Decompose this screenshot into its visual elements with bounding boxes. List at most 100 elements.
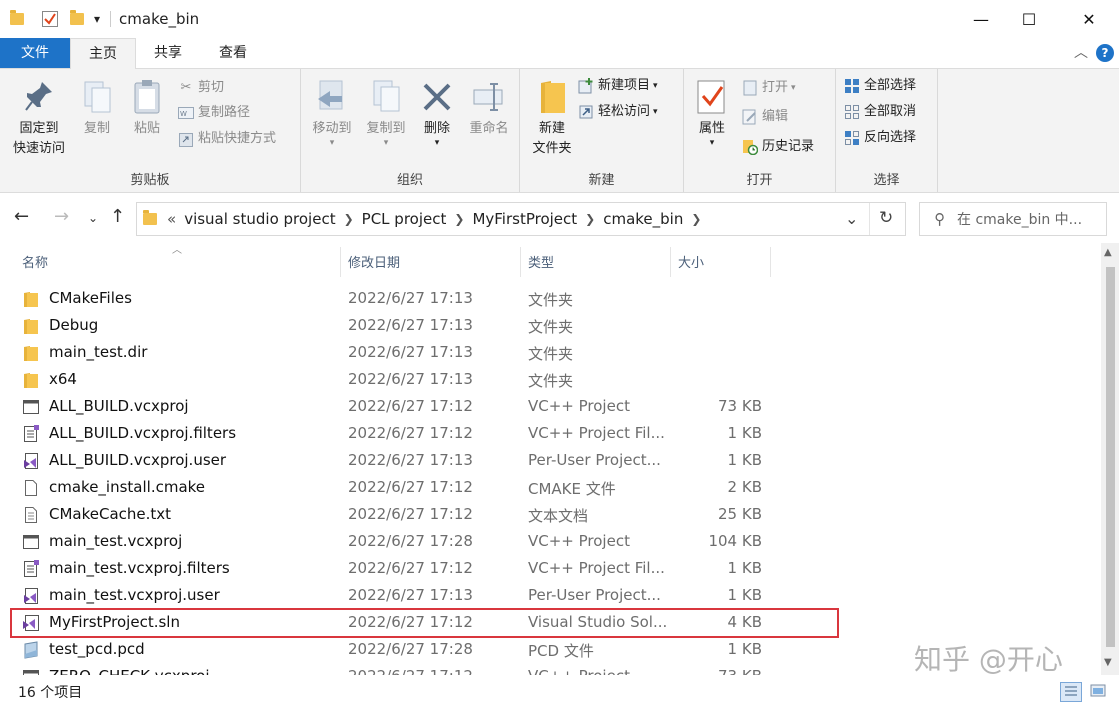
copy-to-button[interactable]: 复制到 ▾ [357,77,415,148]
item-count: 16 个项目 [18,685,83,701]
rename-icon [471,77,507,117]
folder-icon [22,344,40,362]
edit-button[interactable]: 编辑 [742,106,788,128]
delete-button[interactable]: 删除 ▾ [415,77,459,148]
easy-access-button[interactable]: 轻松访问 ▾ [578,101,658,123]
column-header-type[interactable]: 类型 [528,252,554,271]
open-button[interactable]: 打开 ▾ [742,77,796,99]
forward-arrow-icon[interactable]: → [54,206,69,227]
help-icon[interactable]: ? [1096,44,1114,62]
new-item-button[interactable]: 新建项目 ▾ [578,75,658,97]
paste-shortcut-button[interactable]: 粘贴快捷方式 [178,128,276,150]
table-row[interactable]: main_test.vcxproj.user 2022/6/27 17:13 Per… [10,582,1090,609]
table-row[interactable]: ALL_BUILD.vcxproj 2022/6/27 17:12 VC++ Pro… [10,393,1090,420]
vcxproj-icon [22,398,40,416]
new-folder-icon[interactable] [70,10,84,25]
table-row[interactable]: ALL_BUILD.vcxproj.user 2022/6/27 17:13 Per… [10,447,1090,474]
folder-icon[interactable] [10,10,24,25]
divider [110,11,112,27]
vertical-scrollbar[interactable]: ▲ ▼ [1101,243,1119,675]
paste-icon [129,77,165,117]
copy-button[interactable]: 复制 [72,77,122,139]
refresh-icon[interactable]: ↻ [879,208,893,228]
quick-access-dropdown-icon[interactable]: ▾ [94,12,100,26]
chevron-right-icon[interactable]: ❯ [691,212,701,226]
file-type: VC++ Project [528,397,630,415]
column-header-name[interactable]: 名称 [22,252,48,271]
new-folder-button[interactable]: 新建 文件夹 [524,77,580,159]
chevron-right-icon[interactable]: ❯ [454,212,464,226]
search-box[interactable]: ⚲ 在 cmake_bin 中... [919,202,1107,236]
chevron-right-icon[interactable]: ❯ [344,212,354,226]
large-icons-view-icon[interactable] [1088,682,1110,702]
table-row[interactable]: ALL_BUILD.vcxproj.filters 2022/6/27 17:12… [10,420,1090,447]
tab-home[interactable]: 主页 [70,38,136,69]
scissors-icon: ✂ [180,80,192,95]
scroll-up-icon[interactable]: ▲ [1104,247,1112,258]
maximize-button[interactable]: ☐ [1006,0,1052,38]
table-row[interactable]: Debug 2022/6/27 17:13 文件夹 [10,312,1090,339]
breadcrumb-visual-studio-project[interactable]: visual studio project [184,210,335,228]
table-row[interactable]: main_test.vcxproj 2022/6/27 17:28 VC++ Pro… [10,528,1090,555]
paste-shortcut-icon [178,131,194,147]
copy-path-icon: W [178,105,194,121]
table-row[interactable]: CMakeFiles 2022/6/27 17:13 文件夹 [10,285,1090,312]
tab-file[interactable]: 文件 [0,38,70,68]
select-all-button[interactable]: 全部选择 [844,75,916,97]
invert-selection-button[interactable]: 反向选择 [844,127,916,149]
address-bar[interactable]: « visual studio project ❯ PCL project ❯ … [136,202,906,236]
file-type: CMAKE 文件 [528,480,616,498]
table-row[interactable]: CMakeCache.txt 2022/6/27 17:12 文本文档 25 KB [10,501,1090,528]
address-overflow-icon[interactable]: « [167,210,176,228]
tab-view[interactable]: 查看 [200,38,266,68]
scrollbar-thumb[interactable] [1106,267,1115,647]
up-arrow-icon[interactable]: ↑ [110,206,125,227]
address-dropdown-icon[interactable]: ⌄ [845,209,858,228]
rename-button[interactable]: 重命名 [461,77,517,139]
select-none-button[interactable]: 全部取消 [844,101,916,123]
copy-icon [79,77,115,117]
new-item-icon [578,78,594,94]
file-date: 2022/6/27 17:13 [348,370,473,388]
organize-group: 移动到 ▾ 复制到 ▾ 删除 ▾ 重命名 组织 [301,69,520,192]
breadcrumb-cmake-bin[interactable]: cmake_bin [603,210,683,228]
file-type: PCD 文件 [528,642,594,660]
file-type: 文本文档 [528,507,589,525]
table-row[interactable]: cmake_install.cmake 2022/6/27 17:12 CMAKE … [10,474,1090,501]
paste-button[interactable]: 粘贴 [122,77,172,139]
chevron-right-icon[interactable]: ❯ [585,212,595,226]
breadcrumb-pcl-project[interactable]: PCL project [362,210,447,228]
table-row[interactable]: main_test.vcxproj.filters 2022/6/27 17:12… [10,555,1090,582]
properties-button[interactable]: 属性 ▾ [688,77,736,148]
file-date: 2022/6/27 17:28 [348,640,473,658]
file-name: ALL_BUILD.vcxproj [49,397,189,415]
breadcrumb-myfirstproject[interactable]: MyFirstProject [472,210,577,228]
search-input[interactable]: 在 cmake_bin 中... [957,209,1082,229]
scroll-down-icon[interactable]: ▼ [1104,657,1112,668]
file-name: main_test.vcxproj.user [49,586,220,604]
open-group: 属性 ▾ 打开 ▾ 编辑 历史记录 打开 [684,69,836,192]
quick-access-toolbar: ▾ cmake_bin [10,10,199,28]
cut-button[interactable]: ✂ 剪切 [178,77,224,99]
filters-icon [22,425,40,443]
table-row[interactable]: x64 2022/6/27 17:13 文件夹 [10,366,1090,393]
copy-path-button[interactable]: W 复制路径 [178,102,250,124]
move-to-button[interactable]: 移动到 ▾ [303,77,361,148]
history-button[interactable]: 历史记录 [742,136,814,158]
collapse-ribbon-icon[interactable]: ︿ [1070,38,1092,68]
file-type: 文件夹 [528,291,574,309]
properties-check-icon[interactable] [42,11,58,27]
minimize-button[interactable]: — [958,0,1004,38]
file-name: ALL_BUILD.vcxproj.user [49,451,227,469]
file-date: 2022/6/27 17:12 [348,505,473,523]
pin-quick-access-button[interactable]: 固定到 快速访问 [6,77,72,159]
column-header-date[interactable]: 修改日期 [348,252,400,271]
table-row[interactable]: main_test.dir 2022/6/27 17:13 文件夹 [10,339,1090,366]
back-arrow-icon[interactable]: ← [14,206,29,227]
details-view-icon[interactable] [1060,682,1082,702]
tab-share[interactable]: 共享 [136,38,200,68]
close-button[interactable]: ✕ [1066,0,1112,38]
search-icon: ⚲ [934,210,945,228]
recent-locations-chevron-icon[interactable]: ⌄ [88,211,98,225]
column-header-size[interactable]: 大小 [678,252,704,271]
